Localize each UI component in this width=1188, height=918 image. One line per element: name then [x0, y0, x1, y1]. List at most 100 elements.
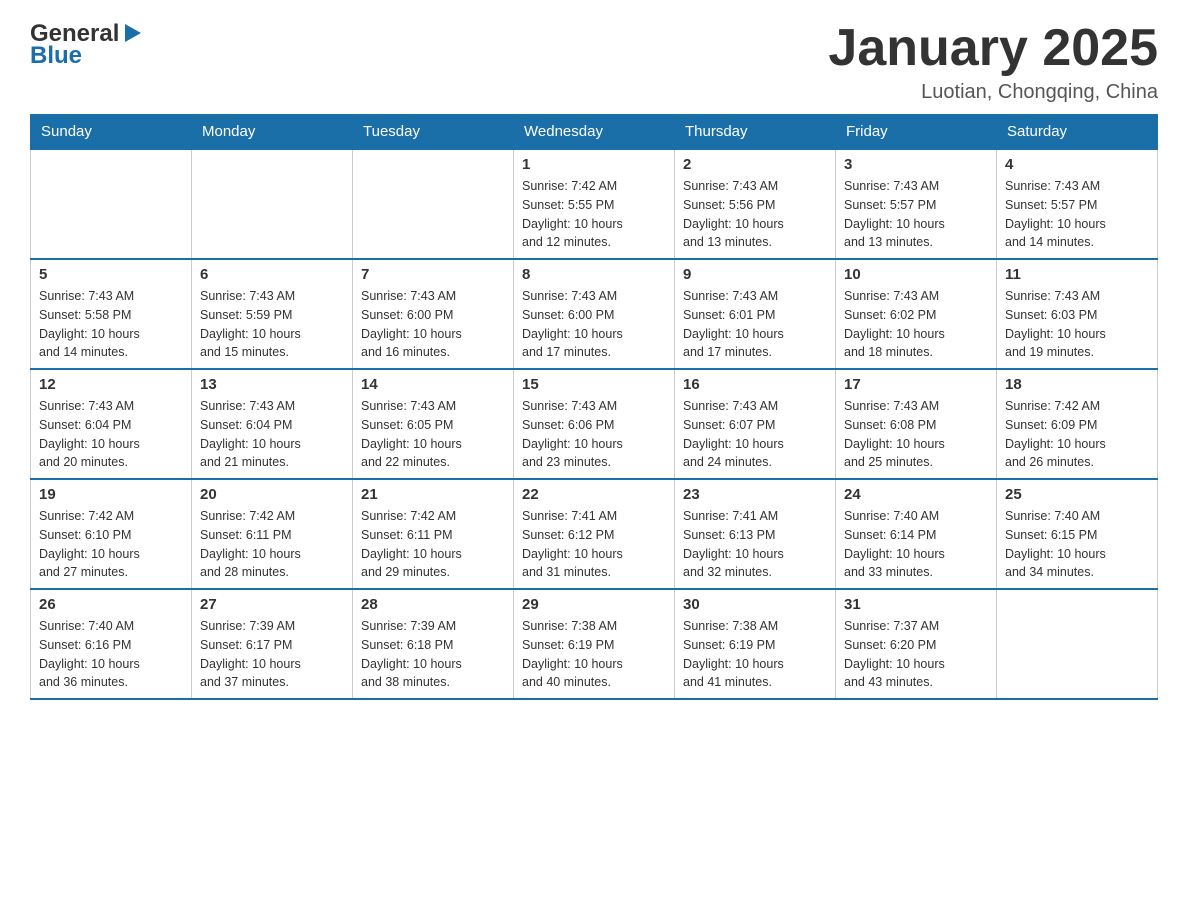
day-info: Sunrise: 7:43 AM Sunset: 5:58 PM Dayligh…	[39, 287, 183, 362]
day-number: 15	[522, 376, 666, 393]
weekday-header-saturday: Saturday	[997, 115, 1158, 150]
location-title: Luotian, Chongqing, China	[828, 81, 1158, 104]
day-number: 10	[844, 266, 988, 283]
calendar-week-row: 1 Sunrise: 7:42 AM Sunset: 5:55 PM Daylig…	[31, 149, 1158, 259]
day-info: Sunrise: 7:43 AM Sunset: 5:59 PM Dayligh…	[200, 287, 344, 362]
calendar-day-21: 21 Sunrise: 7:42 AM Sunset: 6:11 PM Dayli…	[353, 479, 514, 589]
day-number: 8	[522, 266, 666, 283]
logo-blue-text: Blue	[30, 42, 82, 70]
calendar-day-23: 23 Sunrise: 7:41 AM Sunset: 6:13 PM Dayli…	[675, 479, 836, 589]
day-number: 9	[683, 266, 827, 283]
calendar-day-4: 4Sunrise: 7:43 AM Sunset: 5:57 PM Daylig…	[997, 149, 1158, 259]
day-info: Sunrise: 7:39 AM Sunset: 6:18 PM Dayligh…	[361, 617, 505, 692]
calendar-day-27: 27 Sunrise: 7:39 AM Sunset: 6:17 PM Dayli…	[192, 589, 353, 699]
calendar-day-29: 29Sunrise: 7:38 AM Sunset: 6:19 PM Dayli…	[514, 589, 675, 699]
day-info: Sunrise: 7:43 AM Sunset: 6:04 PM Dayligh…	[39, 397, 183, 472]
day-number: 4	[1005, 156, 1149, 173]
day-info: Sunrise: 7:43 AM Sunset: 6:04 PM Dayligh…	[200, 397, 344, 472]
logo: General Blue	[30, 20, 143, 70]
weekday-header-tuesday: Tuesday	[353, 115, 514, 150]
day-number: 27	[200, 596, 344, 613]
page-header: General Blue January 2025 Luotian, Chong…	[30, 20, 1158, 104]
day-number: 11	[1005, 266, 1149, 283]
day-info: Sunrise: 7:43 AM Sunset: 6:07 PM Dayligh…	[683, 397, 827, 472]
day-info: Sunrise: 7:42 AM Sunset: 6:10 PM Dayligh…	[39, 507, 183, 582]
day-number: 31	[844, 596, 988, 613]
day-info: Sunrise: 7:40 AM Sunset: 6:16 PM Dayligh…	[39, 617, 183, 692]
calendar-day-6: 6 Sunrise: 7:43 AM Sunset: 5:59 PM Daylig…	[192, 259, 353, 369]
day-number: 1	[522, 156, 666, 173]
day-info: Sunrise: 7:43 AM Sunset: 6:03 PM Dayligh…	[1005, 287, 1149, 362]
calendar-empty-cell	[353, 149, 514, 259]
calendar-day-20: 20Sunrise: 7:42 AM Sunset: 6:11 PM Dayli…	[192, 479, 353, 589]
day-info: Sunrise: 7:43 AM Sunset: 6:00 PM Dayligh…	[361, 287, 505, 362]
day-info: Sunrise: 7:43 AM Sunset: 6:01 PM Dayligh…	[683, 287, 827, 362]
day-number: 2	[683, 156, 827, 173]
calendar-day-1: 1 Sunrise: 7:42 AM Sunset: 5:55 PM Daylig…	[514, 149, 675, 259]
calendar-day-9: 9 Sunrise: 7:43 AM Sunset: 6:01 PM Daylig…	[675, 259, 836, 369]
day-number: 28	[361, 596, 505, 613]
day-info: Sunrise: 7:41 AM Sunset: 6:12 PM Dayligh…	[522, 507, 666, 582]
day-info: Sunrise: 7:43 AM Sunset: 6:00 PM Dayligh…	[522, 287, 666, 362]
calendar-empty-cell	[192, 149, 353, 259]
calendar-day-11: 11 Sunrise: 7:43 AM Sunset: 6:03 PM Dayli…	[997, 259, 1158, 369]
day-info: Sunrise: 7:43 AM Sunset: 5:57 PM Dayligh…	[844, 177, 988, 252]
day-info: Sunrise: 7:39 AM Sunset: 6:17 PM Dayligh…	[200, 617, 344, 692]
day-number: 6	[200, 266, 344, 283]
day-info: Sunrise: 7:40 AM Sunset: 6:14 PM Dayligh…	[844, 507, 988, 582]
calendar-day-25: 25 Sunrise: 7:40 AM Sunset: 6:15 PM Dayli…	[997, 479, 1158, 589]
calendar-day-19: 19 Sunrise: 7:42 AM Sunset: 6:10 PM Dayli…	[31, 479, 192, 589]
day-info: Sunrise: 7:42 AM Sunset: 6:11 PM Dayligh…	[361, 507, 505, 582]
calendar-day-10: 10 Sunrise: 7:43 AM Sunset: 6:02 PM Dayli…	[836, 259, 997, 369]
calendar-week-row: 19 Sunrise: 7:42 AM Sunset: 6:10 PM Dayli…	[31, 479, 1158, 589]
day-number: 5	[39, 266, 183, 283]
calendar-day-30: 30 Sunrise: 7:38 AM Sunset: 6:19 PM Dayli…	[675, 589, 836, 699]
weekday-header-wednesday: Wednesday	[514, 115, 675, 150]
day-number: 23	[683, 486, 827, 503]
weekday-header-thursday: Thursday	[675, 115, 836, 150]
day-info: Sunrise: 7:42 AM Sunset: 5:55 PM Dayligh…	[522, 177, 666, 252]
day-info: Sunrise: 7:43 AM Sunset: 6:08 PM Dayligh…	[844, 397, 988, 472]
calendar-day-12: 12 Sunrise: 7:43 AM Sunset: 6:04 PM Dayli…	[31, 369, 192, 479]
day-number: 16	[683, 376, 827, 393]
calendar-day-17: 17Sunrise: 7:43 AM Sunset: 6:08 PM Dayli…	[836, 369, 997, 479]
day-number: 29	[522, 596, 666, 613]
day-info: Sunrise: 7:40 AM Sunset: 6:15 PM Dayligh…	[1005, 507, 1149, 582]
day-info: Sunrise: 7:43 AM Sunset: 6:06 PM Dayligh…	[522, 397, 666, 472]
day-number: 20	[200, 486, 344, 503]
day-number: 3	[844, 156, 988, 173]
calendar-day-24: 24 Sunrise: 7:40 AM Sunset: 6:14 PM Dayli…	[836, 479, 997, 589]
day-info: Sunrise: 7:43 AM Sunset: 5:56 PM Dayligh…	[683, 177, 827, 252]
day-number: 7	[361, 266, 505, 283]
day-info: Sunrise: 7:38 AM Sunset: 6:19 PM Dayligh…	[683, 617, 827, 692]
calendar-day-3: 3 Sunrise: 7:43 AM Sunset: 5:57 PM Daylig…	[836, 149, 997, 259]
day-number: 12	[39, 376, 183, 393]
calendar-day-15: 15 Sunrise: 7:43 AM Sunset: 6:06 PM Dayli…	[514, 369, 675, 479]
day-number: 30	[683, 596, 827, 613]
calendar-day-18: 18 Sunrise: 7:42 AM Sunset: 6:09 PM Dayli…	[997, 369, 1158, 479]
day-number: 13	[200, 376, 344, 393]
calendar-week-row: 5 Sunrise: 7:43 AM Sunset: 5:58 PM Daylig…	[31, 259, 1158, 369]
day-number: 18	[1005, 376, 1149, 393]
day-number: 19	[39, 486, 183, 503]
day-number: 21	[361, 486, 505, 503]
calendar-table: SundayMondayTuesdayWednesdayThursdayFrid…	[30, 114, 1158, 700]
calendar-day-5: 5 Sunrise: 7:43 AM Sunset: 5:58 PM Daylig…	[31, 259, 192, 369]
calendar-day-28: 28 Sunrise: 7:39 AM Sunset: 6:18 PM Dayli…	[353, 589, 514, 699]
weekday-header-monday: Monday	[192, 115, 353, 150]
weekday-header-friday: Friday	[836, 115, 997, 150]
day-info: Sunrise: 7:42 AM Sunset: 6:09 PM Dayligh…	[1005, 397, 1149, 472]
day-number: 24	[844, 486, 988, 503]
calendar-day-8: 8 Sunrise: 7:43 AM Sunset: 6:00 PM Daylig…	[514, 259, 675, 369]
weekday-header-sunday: Sunday	[31, 115, 192, 150]
calendar-empty-cell	[997, 589, 1158, 699]
day-number: 25	[1005, 486, 1149, 503]
day-number: 22	[522, 486, 666, 503]
calendar-day-16: 16 Sunrise: 7:43 AM Sunset: 6:07 PM Dayli…	[675, 369, 836, 479]
calendar-week-row: 26 Sunrise: 7:40 AM Sunset: 6:16 PM Dayli…	[31, 589, 1158, 699]
day-info: Sunrise: 7:43 AM Sunset: 6:02 PM Dayligh…	[844, 287, 988, 362]
calendar-day-26: 26 Sunrise: 7:40 AM Sunset: 6:16 PM Dayli…	[31, 589, 192, 699]
day-info: Sunrise: 7:41 AM Sunset: 6:13 PM Dayligh…	[683, 507, 827, 582]
day-number: 26	[39, 596, 183, 613]
day-info: Sunrise: 7:43 AM Sunset: 6:05 PM Dayligh…	[361, 397, 505, 472]
